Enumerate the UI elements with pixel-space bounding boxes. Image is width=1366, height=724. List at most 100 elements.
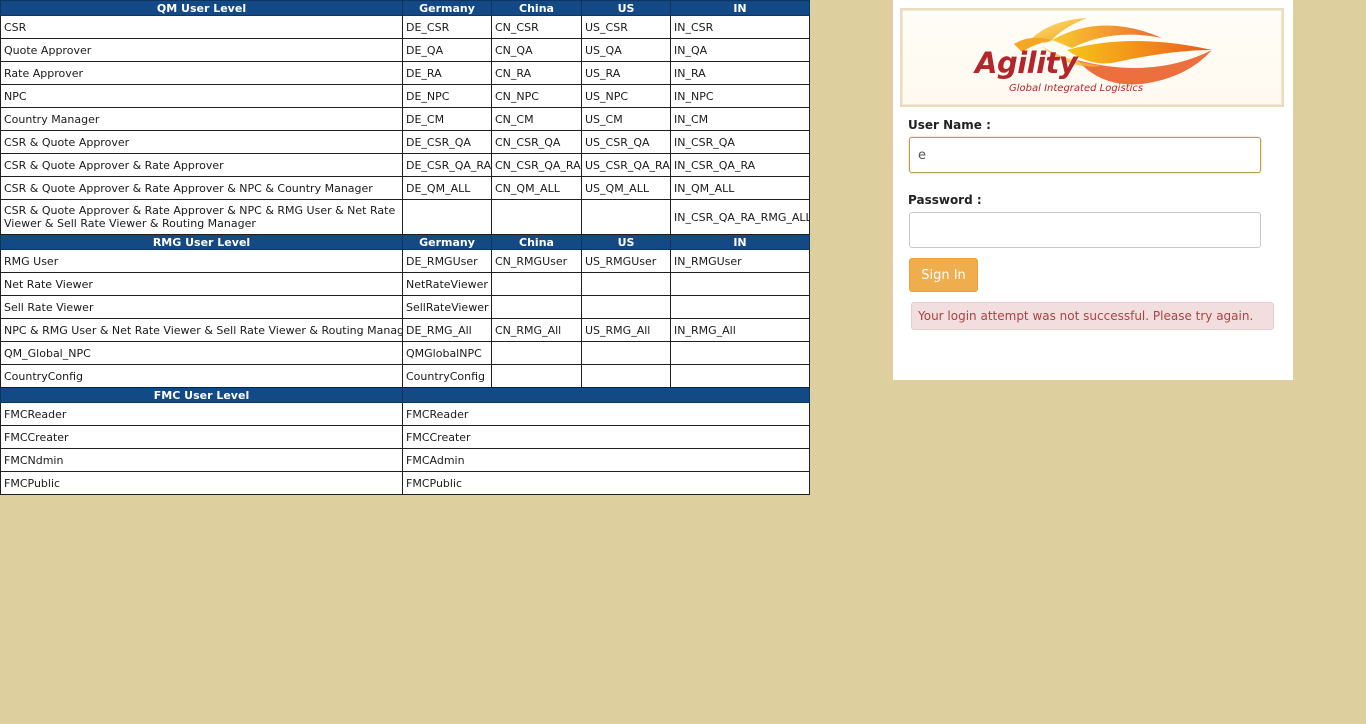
user-id-cell: CN_CSR_QA_RA — [491, 153, 582, 177]
table-row: CountryConfig CountryConfig — [0, 364, 810, 388]
user-id-cell: QMGlobalNPC — [402, 341, 492, 365]
login-error-message: Your login attempt was not successful. P… — [911, 302, 1274, 330]
role-cell: RMG User — [0, 249, 403, 273]
user-id-cell: CN_RMG_All — [491, 318, 582, 342]
user-id-cell: IN_RMGUser — [670, 249, 810, 273]
user-id-cell: IN_RMG_All — [670, 318, 810, 342]
user-id-cell: IN_CSR_QA_RA — [670, 153, 810, 177]
user-level-table: QM User Level Germany China US IN CSR DE_CSR CN… — [0, 0, 810, 495]
user-id-cell: IN_NPC — [670, 84, 810, 108]
user-id-cell: DE_CM — [402, 107, 492, 131]
role-cell: NPC — [0, 84, 403, 108]
user-id-cell: CN_QM_ALL — [491, 176, 582, 200]
user-id-cell — [670, 272, 810, 296]
country-header: IN — [670, 234, 810, 250]
country-header: Germany — [402, 0, 492, 16]
password-label: Password : — [908, 193, 982, 207]
user-id-cell: DE_RMG_All — [402, 318, 492, 342]
fmc-section-header: FMC User Level — [0, 387, 810, 403]
user-id-cell: DE_QM_ALL — [402, 176, 492, 200]
user-id-cell: CountryConfig — [402, 364, 492, 388]
user-id-cell — [670, 295, 810, 319]
table-row: CSR & Quote Approver DE_CSR_QA CN_CSR_QA US… — [0, 130, 810, 154]
user-id-cell: IN_QA — [670, 38, 810, 62]
section-title: RMG User Level — [0, 234, 403, 250]
logo-wordmark: Agility — [975, 46, 1078, 80]
user-id-cell: US_QM_ALL — [581, 176, 671, 200]
user-id-cell: DE_NPC — [402, 84, 492, 108]
role-cell: NPC & RMG User & Net Rate Viewer & Sell … — [0, 318, 403, 342]
user-id-cell: CN_CSR_QA — [491, 130, 582, 154]
user-id-cell: DE_CSR_QA — [402, 130, 492, 154]
role-cell: FMCReader — [0, 402, 403, 426]
role-cell: FMCCreater — [0, 425, 403, 449]
agility-logo: Agility Global Integrated Logistics — [900, 8, 1284, 107]
user-id-cell: IN_CSR_QA — [670, 130, 810, 154]
table-row: Rate Approver DE_RA CN_RA US_RA IN_RA — [0, 61, 810, 85]
user-id-cell — [670, 364, 810, 388]
password-input[interactable] — [909, 212, 1261, 248]
user-id-cell — [402, 199, 492, 235]
table-row: FMCCreater FMCCreater — [0, 425, 810, 449]
role-cell: CSR & Quote Approver — [0, 130, 403, 154]
user-id-cell: SellRateViewer — [402, 295, 492, 319]
user-id-cell — [491, 199, 582, 235]
table-row: QM_Global_NPC QMGlobalNPC — [0, 341, 810, 365]
user-id-cell: US_RMGUser — [581, 249, 671, 273]
user-id-cell: FMCPublic — [402, 471, 810, 495]
user-id-cell: US_RMG_All — [581, 318, 671, 342]
role-cell: Rate Approver — [0, 61, 403, 85]
user-id-cell — [581, 295, 671, 319]
user-id-cell: US_CSR_QA — [581, 130, 671, 154]
blank-header — [402, 387, 810, 403]
user-id-cell: CN_CM — [491, 107, 582, 131]
user-id-cell: DE_RMGUser — [402, 249, 492, 273]
table-row: CSR DE_CSR CN_CSR US_CSR IN_CSR — [0, 15, 810, 39]
role-cell: CountryConfig — [0, 364, 403, 388]
user-id-cell — [670, 341, 810, 365]
country-header: US — [581, 0, 671, 16]
table-row: Net Rate Viewer NetRateViewer — [0, 272, 810, 296]
table-row: CSR & Quote Approver & Rate Approver & N… — [0, 176, 810, 200]
user-id-cell — [581, 272, 671, 296]
table-row: RMG User DE_RMGUser CN_RMGUser US_RMGUser IN… — [0, 249, 810, 273]
username-input[interactable] — [909, 137, 1261, 173]
user-id-cell — [581, 199, 671, 235]
role-cell: FMCPublic — [0, 471, 403, 495]
user-id-cell: IN_RA — [670, 61, 810, 85]
table-row: NPC DE_NPC CN_NPC US_NPC IN_NPC — [0, 84, 810, 108]
role-cell: CSR & Quote Approver & Rate Approver & N… — [0, 199, 403, 235]
rmg-section-header: RMG User Level Germany China US IN — [0, 234, 810, 250]
role-cell: QM_Global_NPC — [0, 341, 403, 365]
username-label: User Name : — [908, 118, 991, 132]
user-id-cell: US_CSR — [581, 15, 671, 39]
user-id-cell: DE_CSR — [402, 15, 492, 39]
user-id-cell — [491, 295, 582, 319]
user-id-cell: CN_RA — [491, 61, 582, 85]
user-id-cell — [581, 341, 671, 365]
country-header: China — [491, 0, 582, 16]
table-row: CSR & Quote Approver & Rate Approver & N… — [0, 199, 810, 235]
user-id-cell — [581, 364, 671, 388]
user-id-cell: CN_QA — [491, 38, 582, 62]
role-cell: Quote Approver — [0, 38, 403, 62]
sign-in-button[interactable]: Sign In — [909, 258, 978, 292]
table-row: Country Manager DE_CM CN_CM US_CM IN_CM — [0, 107, 810, 131]
role-cell: Country Manager — [0, 107, 403, 131]
user-id-cell: FMCCreater — [402, 425, 810, 449]
logo-tagline: Global Integrated Logistics — [1009, 83, 1144, 94]
user-id-cell: DE_RA — [402, 61, 492, 85]
role-cell: Net Rate Viewer — [0, 272, 403, 296]
table-row: CSR & Quote Approver & Rate Approver DE_C… — [0, 153, 810, 177]
table-row: Sell Rate Viewer SellRateViewer — [0, 295, 810, 319]
role-cell: CSR & Quote Approver & Rate Approver — [0, 153, 403, 177]
table-row: FMCPublic FMCPublic — [0, 471, 810, 495]
user-id-cell: DE_QA — [402, 38, 492, 62]
user-id-cell: US_CM — [581, 107, 671, 131]
user-id-cell — [491, 364, 582, 388]
user-id-cell: FMCAdmin — [402, 448, 810, 472]
user-id-cell: US_RA — [581, 61, 671, 85]
user-id-cell: CN_RMGUser — [491, 249, 582, 273]
user-id-cell: FMCReader — [402, 402, 810, 426]
section-title: QM User Level — [0, 0, 403, 16]
